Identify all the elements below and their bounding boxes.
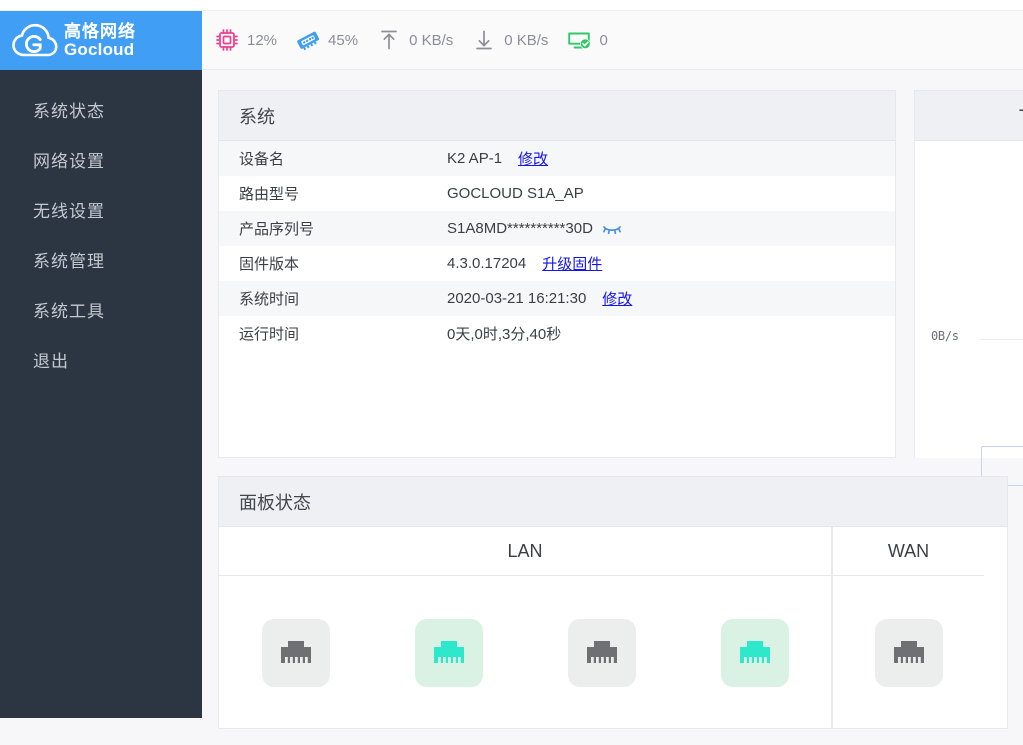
row-key: 设备名 bbox=[239, 151, 285, 168]
table-row: 运行时间 0天,0时,3分,40秒 bbox=[219, 316, 895, 351]
panel-status-card-title: 面板状态 bbox=[219, 477, 1007, 527]
cpu-chip-icon bbox=[214, 27, 240, 53]
row-key: 固件版本 bbox=[239, 256, 300, 273]
row-key: 系统时间 bbox=[239, 291, 300, 308]
memory-ram-icon bbox=[295, 27, 321, 53]
sidebar-item-system-status[interactable]: 系统状态 bbox=[0, 84, 202, 134]
row-value-cell: S1A8MD**********30D bbox=[447, 220, 622, 237]
lan-port-3[interactable] bbox=[567, 618, 636, 687]
row-key: 路由型号 bbox=[239, 186, 300, 203]
sidebar-item-label: 系统状态 bbox=[33, 101, 105, 121]
lan-port-1[interactable] bbox=[261, 618, 330, 687]
router-admin-page: 高恪网络 Gocloud 12% 45% 0 KB/s 0 KB/s 0 系统状… bbox=[0, 0, 1023, 745]
table-row: 固件版本 4.3.0.17204 升级固件 bbox=[219, 246, 895, 281]
row-key: 运行时间 bbox=[239, 326, 300, 343]
lan-port-group: LAN bbox=[219, 527, 832, 729]
eye-slash-icon[interactable] bbox=[602, 222, 622, 236]
row-key: 产品序列号 bbox=[239, 221, 315, 238]
row-value: S1A8MD**********30D bbox=[447, 220, 593, 237]
row-value: K2 AP-1 bbox=[447, 150, 503, 167]
system-card-title: 系统 bbox=[219, 91, 895, 141]
lan-port-2[interactable] bbox=[414, 618, 483, 687]
rj45-port-icon bbox=[280, 640, 311, 663]
panel-status-card: 面板状态 LAN WAN bbox=[218, 476, 1008, 729]
stat-download-value: 0 KB/s bbox=[504, 31, 549, 49]
row-value: 0天,0时,3分,40秒 bbox=[447, 326, 562, 343]
window-top-strip bbox=[0, 0, 1023, 11]
brand-name-cn: 高恪网络 bbox=[64, 22, 136, 42]
lan-ports bbox=[219, 576, 831, 729]
lan-group-label: LAN bbox=[219, 527, 831, 576]
rj45-port-icon bbox=[586, 640, 617, 663]
wan-port-1[interactable] bbox=[874, 618, 943, 687]
row-value: 2020-03-21 16:21:30 bbox=[447, 290, 587, 307]
sidebar-item-system-management[interactable]: 系统管理 bbox=[0, 234, 202, 284]
stat-upload: 0 KB/s bbox=[376, 27, 453, 53]
sidebar-nav: 系统状态 网络设置 无线设置 系统管理 系统工具 退出 bbox=[0, 70, 202, 718]
stat-upload-value: 0 KB/s bbox=[409, 31, 454, 49]
cloud-g-logo-icon bbox=[12, 21, 58, 61]
stat-devices: 0 bbox=[566, 27, 608, 53]
brand-name-en: Gocloud bbox=[64, 39, 135, 59]
table-row: 产品序列号 S1A8MD**********30D bbox=[219, 211, 895, 246]
stat-cpu-value: 12% bbox=[247, 31, 278, 49]
top-terminal-card: Top 终端 0B/s bbox=[914, 90, 1023, 486]
row-value-cell: 4.3.0.17204 升级固件 bbox=[447, 253, 602, 274]
row-value-cell: 0天,0时,3分,40秒 bbox=[447, 323, 561, 344]
sidebar-item-label: 系统管理 bbox=[33, 251, 105, 271]
chart-gridline bbox=[981, 339, 1023, 340]
row-value-cell: GOCLOUD S1A_AP bbox=[447, 185, 584, 202]
edit-device-name-link[interactable]: 修改 bbox=[518, 148, 548, 169]
traffic-chart: 0B/s bbox=[915, 141, 1023, 486]
stat-memory: 45% bbox=[295, 27, 358, 53]
upgrade-firmware-link[interactable]: 升级固件 bbox=[542, 253, 602, 274]
wan-ports bbox=[833, 576, 984, 729]
stat-devices-value: 0 bbox=[599, 31, 608, 49]
status-bar: 12% 45% 0 KB/s 0 KB/s 0 bbox=[202, 11, 1023, 70]
sidebar-item-wireless-settings[interactable]: 无线设置 bbox=[0, 184, 202, 234]
table-row: 系统时间 2020-03-21 16:21:30 修改 bbox=[219, 281, 895, 316]
sidebar-item-system-tools[interactable]: 系统工具 bbox=[0, 284, 202, 334]
wan-group-label: WAN bbox=[833, 527, 984, 576]
device-online-icon bbox=[566, 27, 592, 53]
rj45-port-icon bbox=[739, 640, 770, 663]
lan-port-4[interactable] bbox=[720, 618, 789, 687]
row-value: GOCLOUD S1A_AP bbox=[447, 185, 584, 202]
stat-memory-value: 45% bbox=[328, 31, 359, 49]
upload-arrow-icon bbox=[376, 27, 402, 53]
sidebar-item-label: 网络设置 bbox=[33, 151, 105, 171]
main-content: 系统 设备名 K2 AP-1 修改 路由型号 GOCLOUD S1A_AP 产品… bbox=[202, 70, 1023, 745]
brand-logo[interactable]: 高恪网络 Gocloud bbox=[0, 11, 202, 70]
sidebar-item-label: 无线设置 bbox=[33, 201, 105, 221]
stat-cpu: 12% bbox=[214, 27, 277, 53]
stat-download: 0 KB/s bbox=[471, 27, 548, 53]
edit-system-time-link[interactable]: 修改 bbox=[602, 288, 632, 309]
system-info-card: 系统 设备名 K2 AP-1 修改 路由型号 GOCLOUD S1A_AP 产品… bbox=[218, 90, 896, 458]
top-terminal-card-title: Top 终端 bbox=[915, 91, 1023, 141]
port-layout: LAN WAN bbox=[219, 527, 1007, 729]
table-row: 路由型号 GOCLOUD S1A_AP bbox=[219, 176, 895, 211]
row-value-cell: K2 AP-1 修改 bbox=[447, 148, 548, 169]
chart-axis-label: 0B/s bbox=[931, 329, 959, 343]
rj45-port-icon bbox=[893, 640, 924, 663]
brand-wordmark: 高恪网络 Gocloud bbox=[64, 23, 136, 58]
sidebar-item-logout[interactable]: 退出 bbox=[0, 334, 202, 384]
wan-port-group: WAN bbox=[832, 527, 984, 729]
row-value-cell: 2020-03-21 16:21:30 修改 bbox=[447, 288, 632, 309]
sidebar-item-network-settings[interactable]: 网络设置 bbox=[0, 134, 202, 184]
sidebar-item-label: 退出 bbox=[33, 351, 69, 371]
table-row: 设备名 K2 AP-1 修改 bbox=[219, 141, 895, 176]
download-arrow-icon bbox=[471, 27, 497, 53]
row-value: 4.3.0.17204 bbox=[447, 255, 527, 272]
sidebar-item-label: 系统工具 bbox=[33, 301, 105, 321]
rj45-port-icon bbox=[433, 640, 464, 663]
